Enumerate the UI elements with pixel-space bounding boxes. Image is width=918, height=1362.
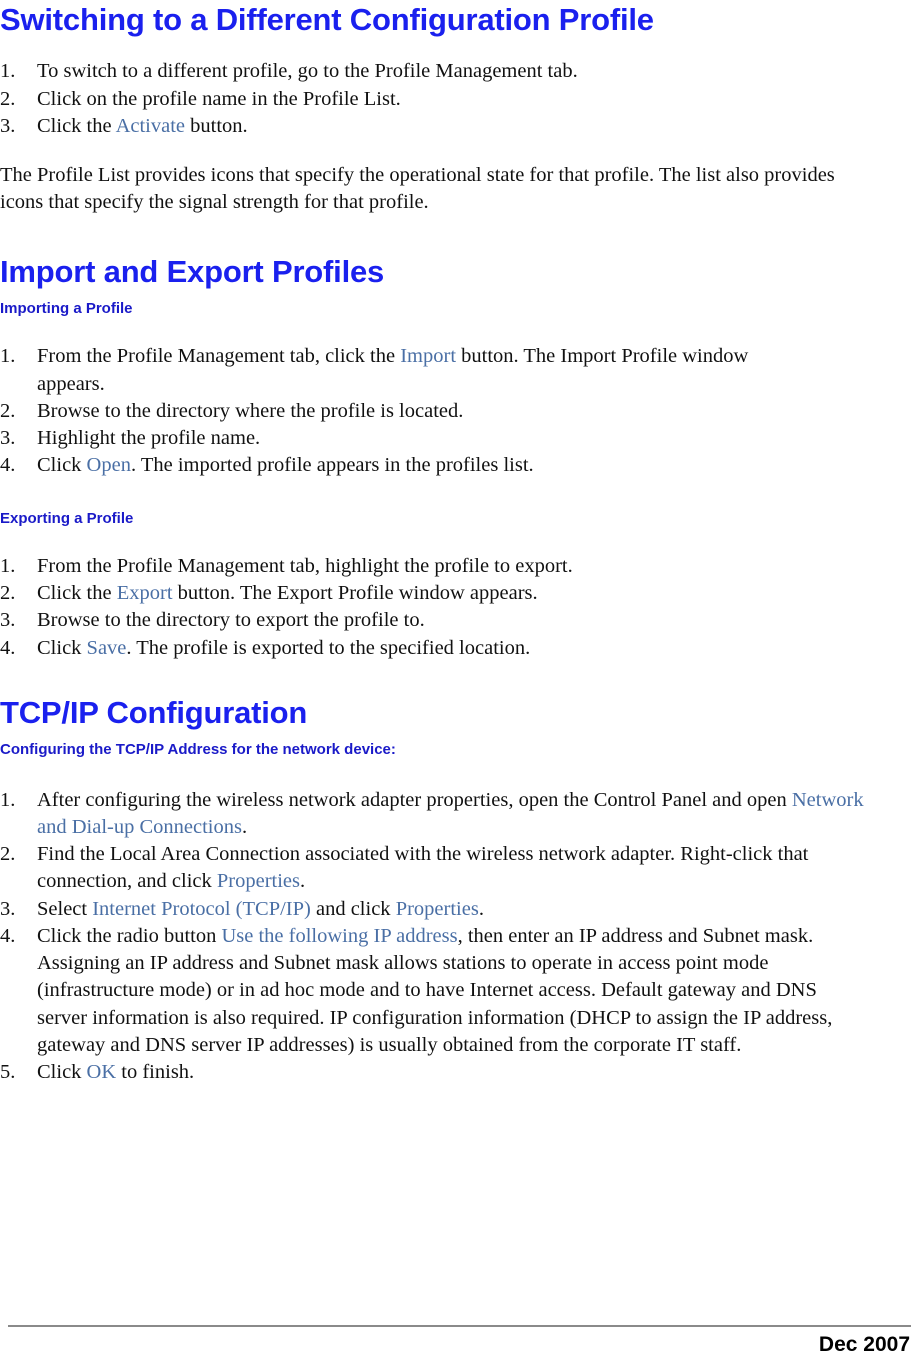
list-text: After configuring the wireless network a… [37, 787, 866, 842]
step-text: Highlight the profile name. [37, 427, 261, 450]
ui-reference-use-following-ip-address[interactable]: Use the following IP address [221, 925, 457, 947]
step-text-mid: and click [310, 897, 396, 920]
step-text: Click the [37, 114, 116, 137]
step-text-tail: . [300, 870, 306, 893]
step-text: Click on the profile name in the Profile… [37, 87, 401, 110]
list-number: 2. [0, 399, 16, 422]
step-text-tail: . The imported profile appears in the pr… [130, 454, 534, 477]
page-content: Switching to a Different Configuration P… [0, 0, 918, 1086]
list-text: From the Profile Management tab, highlig… [37, 553, 768, 580]
list-number: 4. [0, 454, 16, 477]
list-item: 4. Click Save. The profile is exported t… [0, 635, 768, 662]
tcpip-configuration-steps: 1. After configuring the wireless networ… [0, 787, 866, 1087]
list-number: 2. [0, 87, 16, 110]
list-item: 2. Click on the profile name in the Prof… [0, 86, 768, 113]
list-text: Click Open. The imported profile appears… [37, 452, 768, 479]
page-title-switching-profile: Switching to a Different Configuration P… [0, 2, 654, 37]
list-number: 2. [0, 582, 16, 605]
exporting-profile-steps: 1. From the Profile Management tab, high… [0, 553, 768, 662]
step-text: Browse to the directory where the profil… [37, 399, 464, 422]
list-text: Find the Local Area Connection associate… [37, 841, 866, 896]
list-text: Click on the profile name in the Profile… [37, 86, 768, 113]
step-text: Click the radio button [37, 924, 222, 947]
step-text-tail: . The profile is exported to the specifi… [126, 636, 531, 659]
list-number: 3. [0, 609, 16, 632]
switching-profile-steps: 1. To switch to a different profile, go … [0, 58, 768, 140]
list-number: 1. [0, 345, 16, 368]
step-text-tail: . [241, 815, 248, 838]
subsection-title-exporting: Exporting a Profile [0, 509, 134, 527]
list-item: 3. Browse to the directory to export the… [0, 607, 768, 634]
list-text: Browse to the directory where the profil… [37, 398, 768, 425]
list-text: Select Internet Protocol (TCP/IP) and cl… [37, 896, 866, 923]
list-text: To switch to a different profile, go to … [37, 58, 768, 85]
importing-profile-steps: 1. From the Profile Management tab, clic… [0, 343, 768, 479]
footer-divider [8, 1325, 911, 1327]
section-title-tcpip: TCP/IP Configuration [0, 694, 308, 730]
ui-reference-import[interactable]: Import [400, 345, 456, 367]
list-text: Click Save. The profile is exported to t… [37, 635, 768, 662]
step-text: From the Profile Management tab, highlig… [37, 554, 573, 577]
list-number: 3. [0, 897, 16, 920]
document-page: Switching to a Different Configuration P… [0, 0, 918, 1362]
step-text: From the Profile Management tab, click t… [37, 345, 401, 368]
ui-reference-internet-protocol-tcpip[interactable]: Internet Protocol (TCP/IP) [92, 898, 311, 920]
list-number: 1. [0, 60, 16, 83]
step-text: Browse to the directory to export the pr… [37, 609, 425, 632]
list-text: From the Profile Management tab, click t… [37, 343, 768, 398]
step-text: Select [37, 897, 93, 920]
list-text: Browse to the directory to export the pr… [37, 607, 768, 634]
list-number: 4. [0, 924, 16, 947]
list-number: 4. [0, 636, 16, 659]
step-text-tail: to finish. [116, 1061, 195, 1084]
step-text: Click [37, 1061, 87, 1084]
list-item: 2. Click the Export button. The Export P… [0, 580, 768, 607]
ui-reference-save[interactable]: Save [87, 637, 127, 659]
step-text: Click the [37, 582, 117, 605]
list-item: 5. Click OK to finish. [0, 1059, 866, 1086]
list-number: 3. [0, 427, 16, 450]
step-text-tail: button. The Export Profile window appear… [172, 582, 538, 605]
list-text: Click the Export button. The Export Prof… [37, 580, 768, 607]
step-text: Click [37, 636, 87, 659]
list-number: 1. [0, 788, 16, 811]
list-item: 4. Click the radio button Use the follow… [0, 923, 866, 1059]
list-item: 3. Click the Activate button. [0, 113, 768, 140]
list-text: Click the radio button Use the following… [37, 923, 866, 1059]
list-item: 3. Select Internet Protocol (TCP/IP) and… [0, 896, 866, 923]
step-text-tail: button. [185, 114, 248, 137]
list-number: 1. [0, 554, 16, 577]
list-text: Click the Activate button. [37, 113, 768, 140]
list-item: 4. Click Open. The imported profile appe… [0, 452, 768, 479]
step-text: Find the Local Area Connection associate… [37, 843, 809, 893]
ui-reference-properties-2[interactable]: Properties [396, 898, 479, 920]
subsection-title-configuring-tcpip: Configuring the TCP/IP Address for the n… [0, 741, 396, 759]
step-text: After configuring the wireless network a… [37, 788, 792, 811]
list-item: 1. From the Profile Management tab, clic… [0, 343, 768, 398]
ui-reference-export[interactable]: Export [117, 582, 173, 604]
step-text: Click [37, 454, 87, 477]
footer-date: Dec 2007 [818, 1333, 910, 1356]
list-number: 2. [0, 843, 16, 866]
list-text: Highlight the profile name. [37, 425, 768, 452]
list-item: 1. To switch to a different profile, go … [0, 58, 768, 85]
subsection-title-importing: Importing a Profile [0, 300, 133, 318]
list-item: 3. Highlight the profile name. [0, 425, 768, 452]
ui-reference-open[interactable]: Open [87, 454, 131, 476]
list-item: 2. Browse to the directory where the pro… [0, 398, 768, 425]
list-item: 2. Find the Local Area Connection associ… [0, 841, 866, 896]
list-item: 1. From the Profile Management tab, high… [0, 553, 768, 580]
step-text: To switch to a different profile, go to … [37, 60, 578, 83]
list-item: 1. After configuring the wireless networ… [0, 787, 866, 842]
list-number: 5. [0, 1061, 16, 1084]
ui-reference-activate[interactable]: Activate [116, 115, 185, 137]
list-text: Click OK to finish. [37, 1059, 866, 1086]
list-number: 3. [0, 114, 16, 137]
section-title-import-export: Import and Export Profiles [0, 253, 385, 289]
ui-reference-properties[interactable]: Properties [217, 870, 300, 892]
profile-list-paragraph: The Profile List provides icons that spe… [0, 164, 835, 214]
ui-reference-ok[interactable]: OK [87, 1061, 117, 1083]
step-text-tail: . [478, 897, 484, 920]
